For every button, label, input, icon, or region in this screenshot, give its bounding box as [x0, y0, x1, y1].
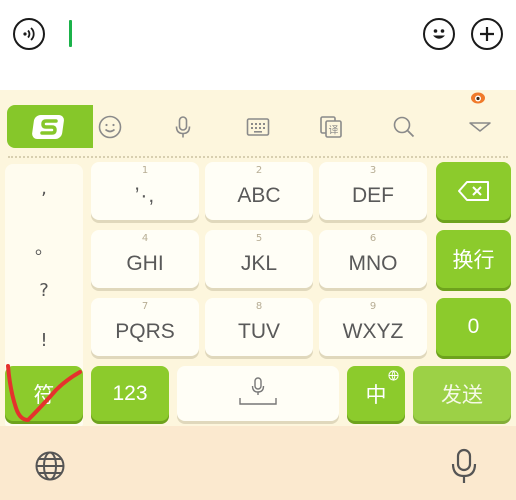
key-label: ABC [237, 184, 281, 207]
search-toolbar-button[interactable] [389, 112, 419, 142]
emoji-toolbar-button[interactable] [95, 112, 125, 142]
key-label: MNO [348, 252, 398, 275]
key-3[interactable]: 3 DEF [319, 162, 427, 220]
dictation-button[interactable] [448, 448, 480, 490]
key-number: 2 [255, 165, 263, 176]
backspace-icon [457, 181, 489, 201]
send-key[interactable]: 发送 [413, 366, 511, 421]
keyboard-icon [246, 118, 270, 136]
key-6[interactable]: 6 MNO [319, 230, 427, 288]
key-4[interactable]: 4 GHI [91, 230, 199, 288]
symbol-exclamation[interactable]: ! [5, 330, 83, 351]
key-label: JKL [240, 252, 278, 275]
toolbar-divider [8, 156, 508, 158]
voice-input-button[interactable] [13, 18, 45, 50]
keyboard-toolbar-button[interactable] [243, 112, 273, 142]
microphone-icon [451, 448, 477, 483]
globe-icon [35, 451, 65, 481]
collapse-arrow-icon [469, 122, 491, 132]
translate-icon: 译 [320, 116, 342, 138]
key-number: 9 [369, 301, 377, 312]
voice-wave-icon [23, 27, 35, 41]
globe-button[interactable] [34, 450, 66, 486]
sogou-logo-icon [32, 114, 64, 139]
skin-mascot-icon [471, 92, 485, 104]
number-mode-label: 123 [112, 381, 148, 405]
emoji-button[interactable] [423, 18, 455, 50]
text-cursor [69, 20, 72, 47]
newline-label: 换行 [452, 249, 495, 272]
space-microphone-icon [239, 377, 277, 405]
translate-glyph: 译 [329, 125, 339, 137]
key-label: TUV [238, 320, 280, 343]
key-label: WXYZ [342, 320, 404, 343]
key-8[interactable]: 8 TUV [205, 298, 313, 356]
microphone-icon [175, 116, 191, 138]
key-number: 6 [369, 233, 377, 244]
collapse-keyboard-button[interactable] [465, 112, 495, 142]
ime-keyboard: 译 , 。 ? ! 1 ’·, 2 ABC 3 DEF 4 GHI 5 JKL … [0, 90, 516, 500]
keyboard-footer [0, 426, 516, 500]
backspace-key[interactable] [436, 162, 511, 220]
key-number: 8 [255, 301, 263, 312]
symbol-comma[interactable]: , [5, 178, 83, 199]
key-label: DEF [352, 184, 394, 207]
ime-toolbar: 译 [5, 105, 511, 148]
space-key[interactable] [177, 366, 339, 421]
number-mode-key[interactable]: 123 [91, 366, 169, 421]
symbol-question[interactable]: ? [5, 280, 83, 301]
key-1[interactable]: 1 ’·, [91, 162, 199, 220]
sogou-logo-button[interactable] [7, 105, 93, 148]
zero-key[interactable]: 0 [436, 298, 511, 356]
red-checkmark-annotation [6, 364, 82, 422]
chat-input-bar [0, 0, 516, 68]
zero-label: 0 [467, 315, 480, 338]
key-label: GHI [126, 252, 164, 275]
send-label: 发送 [441, 383, 483, 407]
key-number: 1 [141, 165, 149, 176]
globe-small-icon [388, 370, 399, 381]
smiley-icon [98, 115, 122, 139]
key-7[interactable]: 7 PQRS [91, 298, 199, 356]
key-number: 3 [369, 165, 377, 176]
key-number: 7 [141, 301, 149, 312]
key-number: 4 [141, 233, 149, 244]
symbol-period[interactable]: 。 [5, 234, 83, 260]
key-label: ’·, [134, 184, 156, 207]
key-number: 5 [255, 233, 263, 244]
key-9[interactable]: 9 WXYZ [319, 298, 427, 356]
search-icon [393, 116, 415, 138]
add-icon [480, 27, 494, 41]
key-5[interactable]: 5 JKL [205, 230, 313, 288]
key-2[interactable]: 2 ABC [205, 162, 313, 220]
translate-toolbar-button[interactable]: 译 [316, 112, 346, 142]
key-label: PQRS [115, 320, 175, 343]
add-button[interactable] [471, 18, 503, 50]
newline-key[interactable]: 换行 [436, 230, 511, 288]
voice-toolbar-button[interactable] [168, 112, 198, 142]
language-switch-key[interactable]: 中 [347, 366, 405, 421]
emoji-icon [433, 29, 445, 39]
language-label: 中 [365, 383, 387, 407]
